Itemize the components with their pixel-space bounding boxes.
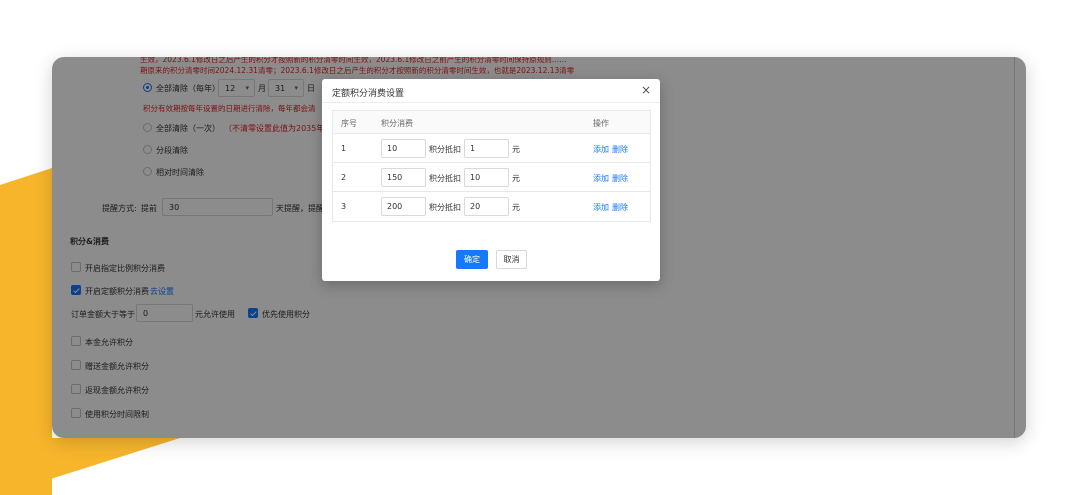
amount-value: 20 — [470, 202, 481, 211]
points-input[interactable]: 150 — [381, 168, 426, 187]
points-value: 10 — [387, 144, 398, 153]
row-actions: 添加 删除 — [593, 173, 631, 184]
table-row: 2 150 积分抵扣 10 元 添加 删除 — [333, 163, 650, 192]
unit-label: 元 — [512, 203, 520, 212]
consume-table: 序号 积分消费 操作 1 10 积分抵扣 1 元 添加 删除 2 150 积分抵扣… — [332, 110, 651, 222]
row-actions: 添加 删除 — [593, 202, 631, 213]
delete-row-button[interactable]: 删除 — [612, 145, 628, 154]
stage: 生效，2023.6.1修改日之后产生的积分才按照新的积分清零时间生效，2023.… — [0, 0, 1080, 495]
amount-value: 1 — [470, 144, 476, 153]
fixed-consume-dialog: 定额积分消费设置 × 序号 积分消费 操作 1 10 积分抵扣 1 元 添加 删除… — [322, 79, 660, 281]
row-index: 3 — [341, 202, 347, 211]
amount-input[interactable]: 1 — [464, 139, 509, 158]
unit-label: 元 — [512, 174, 520, 183]
dialog-header: 定额积分消费设置 × — [322, 79, 660, 103]
amount-input[interactable]: 20 — [464, 197, 509, 216]
add-row-button[interactable]: 添加 — [593, 174, 609, 183]
delete-row-button[interactable]: 删除 — [612, 174, 628, 183]
row-index: 2 — [341, 173, 347, 182]
add-row-button[interactable]: 添加 — [593, 203, 609, 212]
header-actions: 操作 — [593, 119, 609, 128]
points-input[interactable]: 10 — [381, 139, 426, 158]
row-index: 1 — [341, 144, 347, 153]
amount-value: 10 — [470, 173, 481, 182]
table-header-row: 序号 积分消费 操作 — [333, 111, 650, 134]
table-row: 1 10 积分抵扣 1 元 添加 删除 — [333, 134, 650, 163]
unit-label: 元 — [512, 145, 520, 154]
points-value: 150 — [387, 173, 403, 182]
delete-row-button[interactable]: 删除 — [612, 203, 628, 212]
confirm-button[interactable]: 确定 — [456, 250, 488, 269]
row-actions: 添加 删除 — [593, 144, 631, 155]
deduct-label: 积分抵扣 — [429, 203, 461, 212]
add-row-button[interactable]: 添加 — [593, 145, 609, 154]
amount-input[interactable]: 10 — [464, 168, 509, 187]
close-icon[interactable]: × — [641, 83, 651, 97]
header-consume: 积分消费 — [381, 119, 413, 128]
cancel-button[interactable]: 取消 — [496, 250, 527, 269]
dialog-title: 定额积分消费设置 — [332, 89, 405, 99]
header-index: 序号 — [341, 119, 357, 128]
deduct-label: 积分抵扣 — [429, 174, 461, 183]
points-value: 200 — [387, 202, 403, 211]
table-row: 3 200 积分抵扣 20 元 添加 删除 — [333, 192, 650, 221]
deduct-label: 积分抵扣 — [429, 145, 461, 154]
points-input[interactable]: 200 — [381, 197, 426, 216]
